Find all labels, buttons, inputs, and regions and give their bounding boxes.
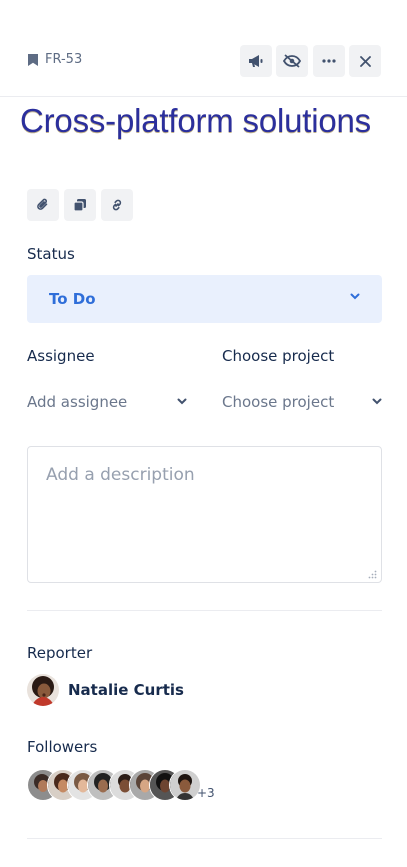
reporter-name[interactable]: Natalie Curtis [68, 681, 184, 699]
section-divider [27, 610, 382, 611]
assignee-select[interactable]: Add assignee [27, 392, 192, 414]
issue-key[interactable]: FR-53 [27, 52, 82, 67]
followers-label: Followers [27, 738, 98, 756]
issue-title[interactable]: Cross-platform solutions [20, 102, 371, 140]
project-value: Choose project [222, 393, 335, 411]
megaphone-icon [249, 55, 263, 67]
project-label: Choose project [222, 347, 335, 365]
link-button[interactable] [101, 189, 133, 221]
attachment-icon [37, 198, 48, 210]
status-value: To Do [49, 290, 96, 308]
announce-button[interactable] [240, 45, 272, 77]
clone-button[interactable] [64, 189, 96, 221]
avatar[interactable] [27, 674, 59, 706]
status-label: Status [27, 245, 75, 263]
assignee-value: Add assignee [27, 393, 128, 411]
watch-toggle-button[interactable] [276, 45, 308, 77]
chevron-down-icon [350, 293, 360, 300]
close-button[interactable] [349, 45, 381, 77]
issue-key-label: FR-53 [45, 52, 83, 67]
status-select[interactable]: To Do [27, 275, 382, 323]
reporter-label: Reporter [27, 644, 93, 662]
chevron-down-icon [177, 398, 187, 405]
assignee-label: Assignee [27, 347, 95, 365]
chevron-down-icon [372, 398, 382, 405]
attach-button[interactable] [27, 189, 59, 221]
section-divider [27, 838, 382, 839]
description-field[interactable]: Add a description [27, 446, 382, 583]
title-overflow-fade [27, 150, 117, 160]
more-options-button[interactable] [313, 45, 345, 77]
eye-off-icon [283, 54, 301, 68]
resize-handle-icon[interactable] [368, 570, 377, 579]
link-icon [112, 199, 122, 211]
description-placeholder: Add a description [46, 465, 195, 485]
copy-icon [73, 199, 86, 212]
bookmark-icon [28, 53, 38, 66]
project-select[interactable]: Choose project [222, 392, 384, 414]
header-divider [0, 96, 407, 97]
close-icon [359, 55, 371, 67]
more-icon [322, 59, 336, 63]
followers-more-count[interactable]: +3 [197, 786, 215, 800]
followers-list[interactable]: +3 [27, 769, 227, 801]
